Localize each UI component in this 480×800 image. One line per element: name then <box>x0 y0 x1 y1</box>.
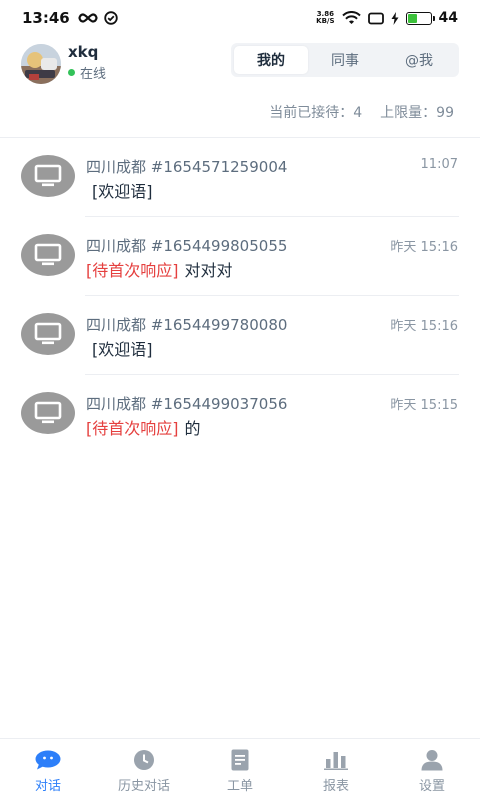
conversation-time: 昨天 15:15 <box>390 398 458 413</box>
conversation-time: 昨天 15:16 <box>390 240 458 255</box>
nav-label: 对话 <box>34 779 61 794</box>
charging-icon <box>391 11 399 25</box>
avatar-image <box>21 44 61 84</box>
tab-mine[interactable]: 我的 <box>234 46 308 74</box>
conversation-list: 四川成都 #1654571259004 11:07 [欢迎语] 四川成都 #16… <box>0 138 480 454</box>
user-avatar[interactable] <box>21 44 61 84</box>
header: xkq 在线 我的 同事 @我 <box>0 36 480 92</box>
current-count: 当前已接待：4 <box>269 105 363 121</box>
conversation-filter-tabs: 我的 同事 @我 <box>231 43 459 77</box>
tab-colleagues[interactable]: 同事 <box>308 46 382 74</box>
nav-label: 设置 <box>418 779 445 794</box>
check-circle-icon <box>104 11 118 25</box>
user-icon <box>419 749 445 771</box>
conversation-time: 11:07 <box>420 157 458 172</box>
conversation-item[interactable]: 四川成都 #1654499805055 昨天 15:16 [待首次响应] 对对对 <box>0 217 480 296</box>
conversation-preview: [待首次响应] 的 <box>86 415 201 439</box>
monitor-icon <box>21 155 75 197</box>
conversation-item[interactable]: 四川成都 #1654499780080 昨天 15:16 [欢迎语] <box>0 296 480 375</box>
status-bar: 13:46 3.86 KB/S 44 <box>0 0 480 36</box>
conversation-item[interactable]: 四川成都 #1654499037056 昨天 15:15 [待首次响应] 的 <box>0 375 480 454</box>
nav-tickets[interactable]: 工单 <box>192 739 288 800</box>
battery-level: 44 <box>438 10 458 26</box>
reception-counts: 当前已接待：4 上限量：99 <box>269 102 454 122</box>
online-dot-icon <box>68 69 75 76</box>
limit-count: 上限量：99 <box>380 105 454 121</box>
message-text: [欢迎语] <box>92 340 153 359</box>
user-name: xkq <box>68 43 99 61</box>
monitor-icon <box>21 392 75 434</box>
conversation-preview: [欢迎语] <box>86 178 153 202</box>
nav-label: 报表 <box>322 779 349 794</box>
nav-label: 工单 <box>226 779 253 794</box>
conversation-title: 四川成都 #1654571259004 <box>86 158 288 176</box>
tab-mentions[interactable]: @我 <box>382 46 456 74</box>
message-text: 对对对 <box>184 261 233 280</box>
pending-tag: [待首次响应] <box>86 419 179 438</box>
network-speed: 3.86 KB/S <box>316 10 335 25</box>
conversation-title: 四川成都 #1654499805055 <box>86 237 288 255</box>
nav-settings[interactable]: 设置 <box>384 739 480 800</box>
message-text: 的 <box>184 419 201 438</box>
conversation-title: 四川成都 #1654499780080 <box>86 316 288 334</box>
nav-reports[interactable]: 报表 <box>288 739 384 800</box>
nav-conversations[interactable]: 对话 <box>0 739 96 800</box>
document-icon <box>227 749 253 771</box>
clock-icon <box>131 749 157 771</box>
monitor-icon <box>21 234 75 276</box>
online-status: 在线 <box>68 63 106 82</box>
conversation-item[interactable]: 四川成都 #1654571259004 11:07 [欢迎语] <box>0 138 480 217</box>
monitor-icon <box>21 313 75 355</box>
message-text: [欢迎语] <box>92 182 153 201</box>
infinity-icon <box>78 13 98 23</box>
battery-icon <box>405 11 435 25</box>
online-status-label: 在线 <box>80 67 107 82</box>
status-time: 13:46 <box>22 9 70 27</box>
wifi-icon <box>341 11 361 24</box>
conversation-title: 四川成都 #1654499037056 <box>86 395 288 413</box>
conversation-time: 昨天 15:16 <box>390 319 458 334</box>
bar-chart-icon <box>323 749 349 771</box>
conversation-preview: [欢迎语] <box>86 336 153 360</box>
conversation-preview: [待首次响应] 对对对 <box>86 257 233 281</box>
nav-history[interactable]: 历史对话 <box>96 739 192 800</box>
chat-bubble-icon <box>35 749 61 771</box>
screen-icon <box>367 12 384 24</box>
bottom-navigation: 对话 历史对话 工单 报表 设置 <box>0 738 480 800</box>
pending-tag: [待首次响应] <box>86 261 179 280</box>
nav-label: 历史对话 <box>117 779 170 794</box>
